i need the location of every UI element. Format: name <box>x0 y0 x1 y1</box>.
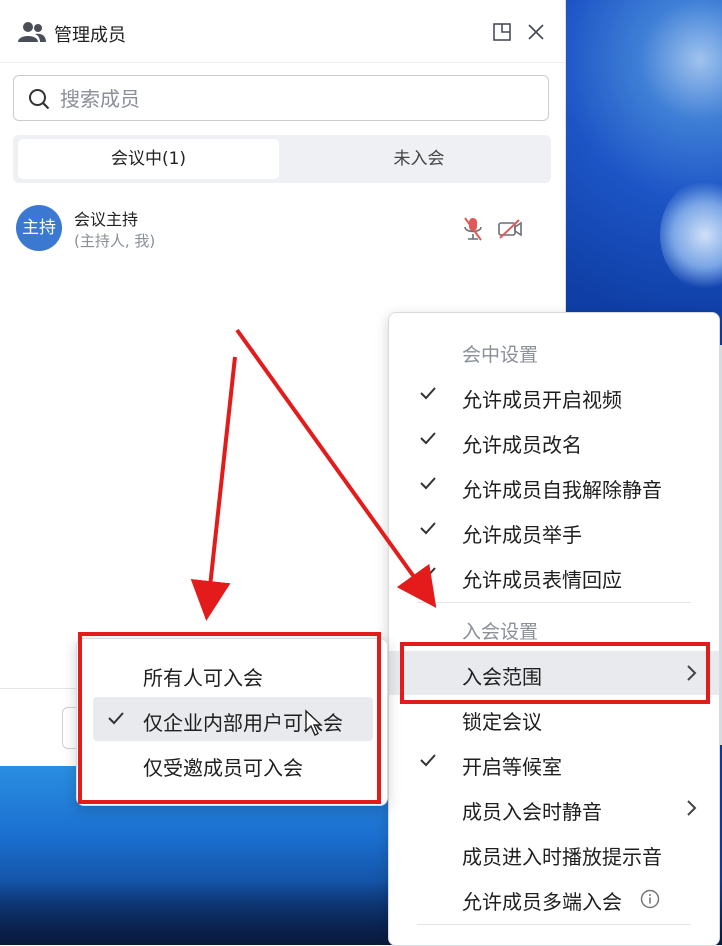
chevron-right-icon <box>687 665 697 681</box>
menu-divider <box>417 602 691 603</box>
menu-item-multi-device[interactable]: 允许成员多端入会 <box>389 876 719 920</box>
menu-item-label: 成员进入时播放提示音 <box>462 845 662 869</box>
member-name: 会议主持 <box>74 210 139 229</box>
panel-titlebar: 管理成员 <box>0 0 565 63</box>
search-icon <box>29 89 50 110</box>
check-icon <box>420 754 436 767</box>
avatar: 主持 <box>16 205 62 251</box>
submenu-item-label: 仅受邀成员可入会 <box>143 756 303 780</box>
meeting-settings-menu: 会中设置 允许成员开启视频 允许成员改名 允许成员自我解除静音 允许成员举手 允… <box>388 312 720 946</box>
menu-item-join-sound[interactable]: 成员进入时播放提示音 <box>389 831 719 875</box>
check-icon <box>420 567 436 580</box>
submenu-item-everyone[interactable]: 所有人可入会 <box>93 652 373 696</box>
menu-item-allow-video[interactable]: 允许成员开启视频 <box>389 374 719 418</box>
tab-in-meeting[interactable]: 会议中(1) <box>18 139 279 179</box>
menu-item-allow-reactions[interactable]: 允许成员表情回应 <box>389 554 719 598</box>
panel-title: 管理成员 <box>54 25 126 46</box>
menu-item-label: 允许成员开启视频 <box>462 388 622 412</box>
menu-item-allow-rename[interactable]: 允许成员改名 <box>389 419 719 463</box>
check-icon <box>420 477 436 490</box>
menu-divider <box>417 924 691 925</box>
search-input[interactable] <box>58 82 542 116</box>
menu-item-label: 允许成员举手 <box>462 523 582 547</box>
tab-not-joined[interactable]: 未入会 <box>293 139 545 179</box>
menu-item-label: 允许成员改名 <box>462 433 582 457</box>
camera-off-icon[interactable] <box>497 218 523 240</box>
mic-muted-icon[interactable] <box>462 216 484 242</box>
menu-item-join-scope[interactable]: 入会范围 <box>389 651 719 695</box>
menu-item-label: 允许成员自我解除静音 <box>462 478 662 502</box>
check-icon <box>420 387 436 400</box>
submenu-item-invited-only[interactable]: 仅受邀成员可入会 <box>93 742 373 786</box>
join-scope-submenu: 所有人可入会 仅企业内部用户可入会 仅受邀成员可入会 <box>76 638 388 806</box>
members-icon <box>18 22 46 42</box>
section-join-settings: 入会设置 <box>462 621 539 643</box>
member-tabs: 会议中(1) 未入会 <box>13 135 551 183</box>
submenu-item-label: 所有人可入会 <box>143 666 263 690</box>
menu-item-label: 入会范围 <box>462 665 542 689</box>
chevron-right-icon <box>687 800 697 816</box>
check-icon <box>420 432 436 445</box>
menu-item-label: 开启等候室 <box>462 755 562 779</box>
section-meeting-settings: 会中设置 <box>462 344 539 366</box>
menu-item-label: 允许成员多端入会 <box>462 890 622 914</box>
popout-icon[interactable] <box>492 22 512 42</box>
close-icon[interactable] <box>526 22 546 42</box>
check-icon <box>108 712 124 725</box>
menu-item-mute-on-join[interactable]: 成员入会时静音 <box>389 786 719 830</box>
submenu-item-internal-only[interactable]: 仅企业内部用户可入会 <box>93 697 373 741</box>
menu-item-lock-meeting[interactable]: 锁定会议 <box>389 696 719 740</box>
member-role: (主持人, 我) <box>74 232 156 250</box>
search-box[interactable] <box>13 75 549 121</box>
info-icon[interactable] <box>640 889 660 909</box>
menu-item-label: 锁定会议 <box>462 710 542 734</box>
member-row[interactable]: 主持 会议主持 (主持人, 我) <box>0 198 565 260</box>
menu-item-waiting-room[interactable]: 开启等候室 <box>389 741 719 785</box>
menu-item-label: 允许成员表情回应 <box>462 568 622 592</box>
menu-item-allow-raise-hand[interactable]: 允许成员举手 <box>389 509 719 553</box>
check-icon <box>420 522 436 535</box>
menu-item-allow-unmute[interactable]: 允许成员自我解除静音 <box>389 464 719 508</box>
mouse-cursor-icon <box>305 709 323 736</box>
menu-item-label: 成员入会时静音 <box>462 800 602 824</box>
